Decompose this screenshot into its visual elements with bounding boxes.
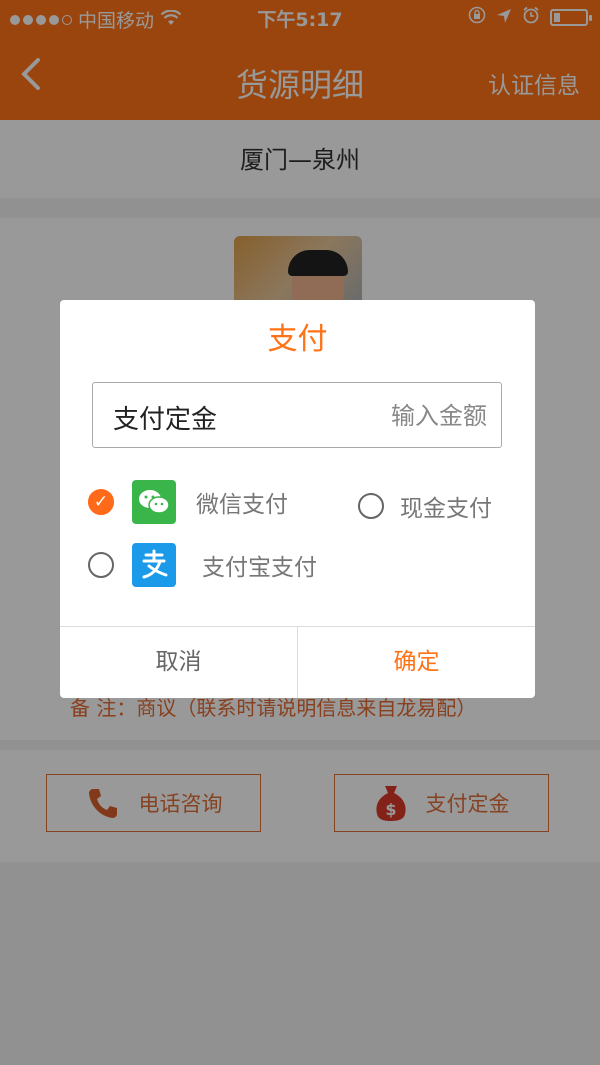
cancel-button[interactable]: 取消	[60, 627, 297, 698]
deposit-amount-field: 支付定金	[92, 382, 502, 448]
wechat-icon	[132, 480, 176, 524]
wechat-pay-label: 微信支付	[196, 492, 288, 518]
cash-pay-option[interactable]: 现金支付	[358, 489, 492, 523]
radio-button[interactable]	[358, 493, 384, 519]
radio-button[interactable]	[88, 552, 114, 578]
alipay-option[interactable]: 支付宝支付	[88, 543, 317, 587]
cash-pay-label: 现金支付	[400, 496, 492, 522]
alipay-label: 支付宝支付	[202, 555, 317, 581]
deposit-amount-label: 支付定金	[113, 405, 218, 435]
confirm-button[interactable]: 确定	[298, 627, 535, 698]
wechat-pay-option[interactable]: ✓ 微信支付	[88, 480, 288, 524]
alipay-icon	[132, 543, 176, 587]
check-icon[interactable]: ✓	[88, 489, 114, 515]
dialog-title: 支付	[267, 322, 328, 357]
payment-dialog: 支付 支付定金 ✓ 微信支付 现金支付 支付宝支付 取消 确定	[60, 300, 535, 698]
amount-input[interactable]	[295, 395, 489, 437]
